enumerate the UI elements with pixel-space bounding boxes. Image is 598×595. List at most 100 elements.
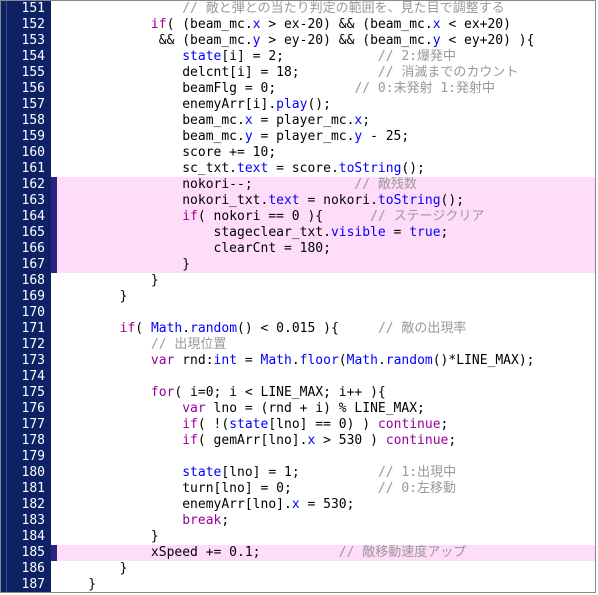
code-line-text[interactable]: beamFlg = 0; // 0:未発射 1:発射中 — [57, 81, 595, 97]
code-line[interactable]: 162 nokori--; // 敵残数 — [1, 177, 595, 193]
code-line-text[interactable]: state[i] = 2; // 2:爆発中 — [57, 49, 595, 65]
code-line[interactable]: 158 beam_mc.x = player_mc.x; — [1, 113, 595, 129]
code-line-text[interactable]: if( (beam_mc.x > ex-20) && (beam_mc.x < … — [57, 17, 595, 33]
code-line-text[interactable]: score += 10; — [57, 145, 595, 161]
code-token-pl: ; — [440, 417, 449, 432]
line-gutter: 187 — [1, 577, 51, 592]
code-token-pl: = player_mc. — [252, 129, 355, 144]
code-line-text[interactable]: for( i=0; i < LINE_MAX; i++ ){ — [57, 385, 595, 401]
code-line-text[interactable]: if( gemArr[lno].x > 530 ) continue; — [57, 433, 595, 449]
code-token-prop: state — [182, 49, 222, 64]
code-token-kw: break — [182, 513, 222, 528]
code-line[interactable]: 182 enemyArr[lno].x = 530; — [1, 497, 595, 513]
code-line-text[interactable]: if( !(state[lno] == 0) ) continue; — [57, 417, 595, 433]
code-token-pl: [lno] == 0) ) — [268, 417, 378, 432]
code-line[interactable]: 164 if( nokori == 0 ){ // ステージクリア — [1, 209, 595, 225]
code-line[interactable]: 186 } — [1, 561, 595, 577]
line-gutter: 163 — [1, 193, 51, 209]
code-line[interactable]: 175 for( i=0; i < LINE_MAX; i++ ){ — [1, 385, 595, 401]
code-line[interactable]: 157 enemyArr[i].play(); — [1, 97, 595, 113]
code-token-pl: ( — [135, 321, 151, 336]
code-line[interactable]: 179 — [1, 449, 595, 465]
code-line-text[interactable]: nokori_txt.text = nokori.toString(); — [57, 193, 595, 209]
code-line-text[interactable]: turn[lno] = 0; // 0:左移動 — [57, 481, 595, 497]
code-token-pl: > 530 ) — [315, 433, 386, 448]
line-number: 170 — [21, 305, 45, 320]
code-line-text[interactable]: nokori--; // 敵残数 — [57, 177, 595, 193]
code-line-text[interactable]: beam_mc.y = player_mc.y - 25; — [57, 129, 595, 145]
code-line-text[interactable]: beam_mc.x = player_mc.x; — [57, 113, 595, 129]
code-line[interactable]: 173 var rnd:int = Math.floor(Math.random… — [1, 353, 595, 369]
code-line-text[interactable]: break; — [57, 513, 595, 529]
code-line-text[interactable]: if( nokori == 0 ){ // ステージクリア — [57, 209, 595, 225]
code-token-pl: (); — [401, 161, 425, 176]
line-number: 153 — [21, 33, 45, 48]
code-line-text[interactable]: // 敵と弾との当たり判定の範囲を、見た目で調整する — [57, 1, 595, 17]
code-line[interactable]: 177 if( !(state[lno] == 0) ) continue; — [1, 417, 595, 433]
code-line[interactable]: 165 stageclear_txt.visible = true; — [1, 225, 595, 241]
code-line-text[interactable]: stageclear_txt.visible = true; — [57, 225, 595, 241]
code-line[interactable]: 170 — [1, 305, 595, 321]
code-line[interactable]: 163 nokori_txt.text = nokori.toString(); — [1, 193, 595, 209]
code-line[interactable]: 172 // 出現位置 — [1, 337, 595, 353]
code-line[interactable]: 153 && (beam_mc.y > ey-20) && (beam_mc.y… — [1, 33, 595, 49]
code-token-pl: ; — [362, 113, 371, 128]
code-line[interactable]: 171 if( Math.random() < 0.015 ){ // 敵の出現… — [1, 321, 595, 337]
code-line[interactable]: 168 } — [1, 273, 595, 289]
code-line-text[interactable]: state[lno] = 1; // 1:出現中 — [57, 465, 595, 481]
code-line[interactable]: 167 } — [1, 257, 595, 273]
line-number: 159 — [21, 129, 45, 144]
code-line-text[interactable]: var lno = (rnd + i) % LINE_MAX; — [57, 401, 595, 417]
code-token-pl: ; — [221, 513, 230, 528]
line-gutter: 182 — [1, 497, 51, 513]
code-editor-window[interactable]: 151 // 敵と弾との当たり判定の範囲を、見た目で調整する 152 if( (b… — [0, 0, 596, 593]
code-line[interactable]: 187 } — [1, 577, 595, 592]
code-line[interactable]: 156 beamFlg = 0; // 0:未発射 1:発射中 — [1, 81, 595, 97]
code-line-text[interactable]: } — [57, 561, 595, 577]
code-line-text[interactable]: } — [57, 529, 595, 545]
code-line-text[interactable]: delcnt[i] = 18; // 消滅までのカウント — [57, 65, 595, 81]
code-line-text[interactable]: // 出現位置 — [57, 337, 595, 353]
code-line-text[interactable]: enemyArr[lno].x = 530; — [57, 497, 595, 513]
code-line-text[interactable]: } — [57, 273, 595, 289]
code-line-text[interactable] — [57, 369, 595, 385]
code-text-area[interactable]: 151 // 敵と弾との当たり判定の範囲を、見た目で調整する 152 if( (b… — [1, 1, 595, 592]
code-line-text[interactable]: enemyArr[i].play(); — [57, 97, 595, 113]
code-line-text[interactable] — [57, 305, 595, 321]
line-number: 162 — [21, 177, 45, 192]
code-line[interactable]: 183 break; — [1, 513, 595, 529]
code-line[interactable]: 166 clearCnt = 180; — [1, 241, 595, 257]
code-line[interactable]: 151 // 敵と弾との当たり判定の範囲を、見た目で調整する — [1, 1, 595, 17]
code-line[interactable]: 180 state[lno] = 1; // 1:出現中 — [1, 465, 595, 481]
code-line[interactable]: 160 score += 10; — [1, 145, 595, 161]
code-token-prop: int — [213, 353, 238, 368]
code-line[interactable]: 155 delcnt[i] = 18; // 消滅までのカウント — [1, 65, 595, 81]
code-line[interactable]: 159 beam_mc.y = player_mc.y - 25; — [1, 129, 595, 145]
code-line[interactable]: 174 — [1, 369, 595, 385]
code-line-text[interactable]: } — [57, 577, 595, 592]
code-line-text[interactable]: var rnd:int = Math.floor(Math.random()*L… — [57, 353, 595, 369]
code-line-text[interactable]: xSpeed += 0.1; // 敵移動速度アップ — [57, 545, 595, 561]
code-line[interactable]: 185 xSpeed += 0.1; // 敵移動速度アップ — [1, 545, 595, 561]
code-token-pl: (); — [440, 193, 465, 208]
code-line[interactable]: 152 if( (beam_mc.x > ex-20) && (beam_mc.… — [1, 17, 595, 33]
line-gutter: 164 — [1, 209, 51, 225]
line-number: 179 — [21, 449, 45, 464]
code-line[interactable]: 181 turn[lno] = 0; // 0:左移動 — [1, 481, 595, 497]
code-line-text[interactable]: && (beam_mc.y > ey-20) && (beam_mc.y < e… — [57, 33, 595, 49]
code-line-text[interactable]: } — [57, 289, 595, 305]
code-line-text[interactable]: clearCnt = 180; — [57, 241, 595, 257]
code-line-text[interactable]: if( Math.random() < 0.015 ){ // 敵の出現率 — [57, 321, 595, 337]
code-line[interactable]: 161 sc_txt.text = score.toString(); — [1, 161, 595, 177]
code-line[interactable]: 176 var lno = (rnd + i) % LINE_MAX; — [1, 401, 595, 417]
code-line-text[interactable]: } — [57, 257, 595, 273]
code-line[interactable]: 178 if( gemArr[lno].x > 530 ) continue; — [1, 433, 595, 449]
code-line[interactable]: 169 } — [1, 289, 595, 305]
code-line[interactable]: 184 } — [1, 529, 595, 545]
code-line[interactable]: 154 state[i] = 2; // 2:爆発中 — [1, 49, 595, 65]
code-line-text[interactable] — [57, 449, 595, 465]
code-line-text[interactable]: sc_txt.text = score.toString(); — [57, 161, 595, 177]
